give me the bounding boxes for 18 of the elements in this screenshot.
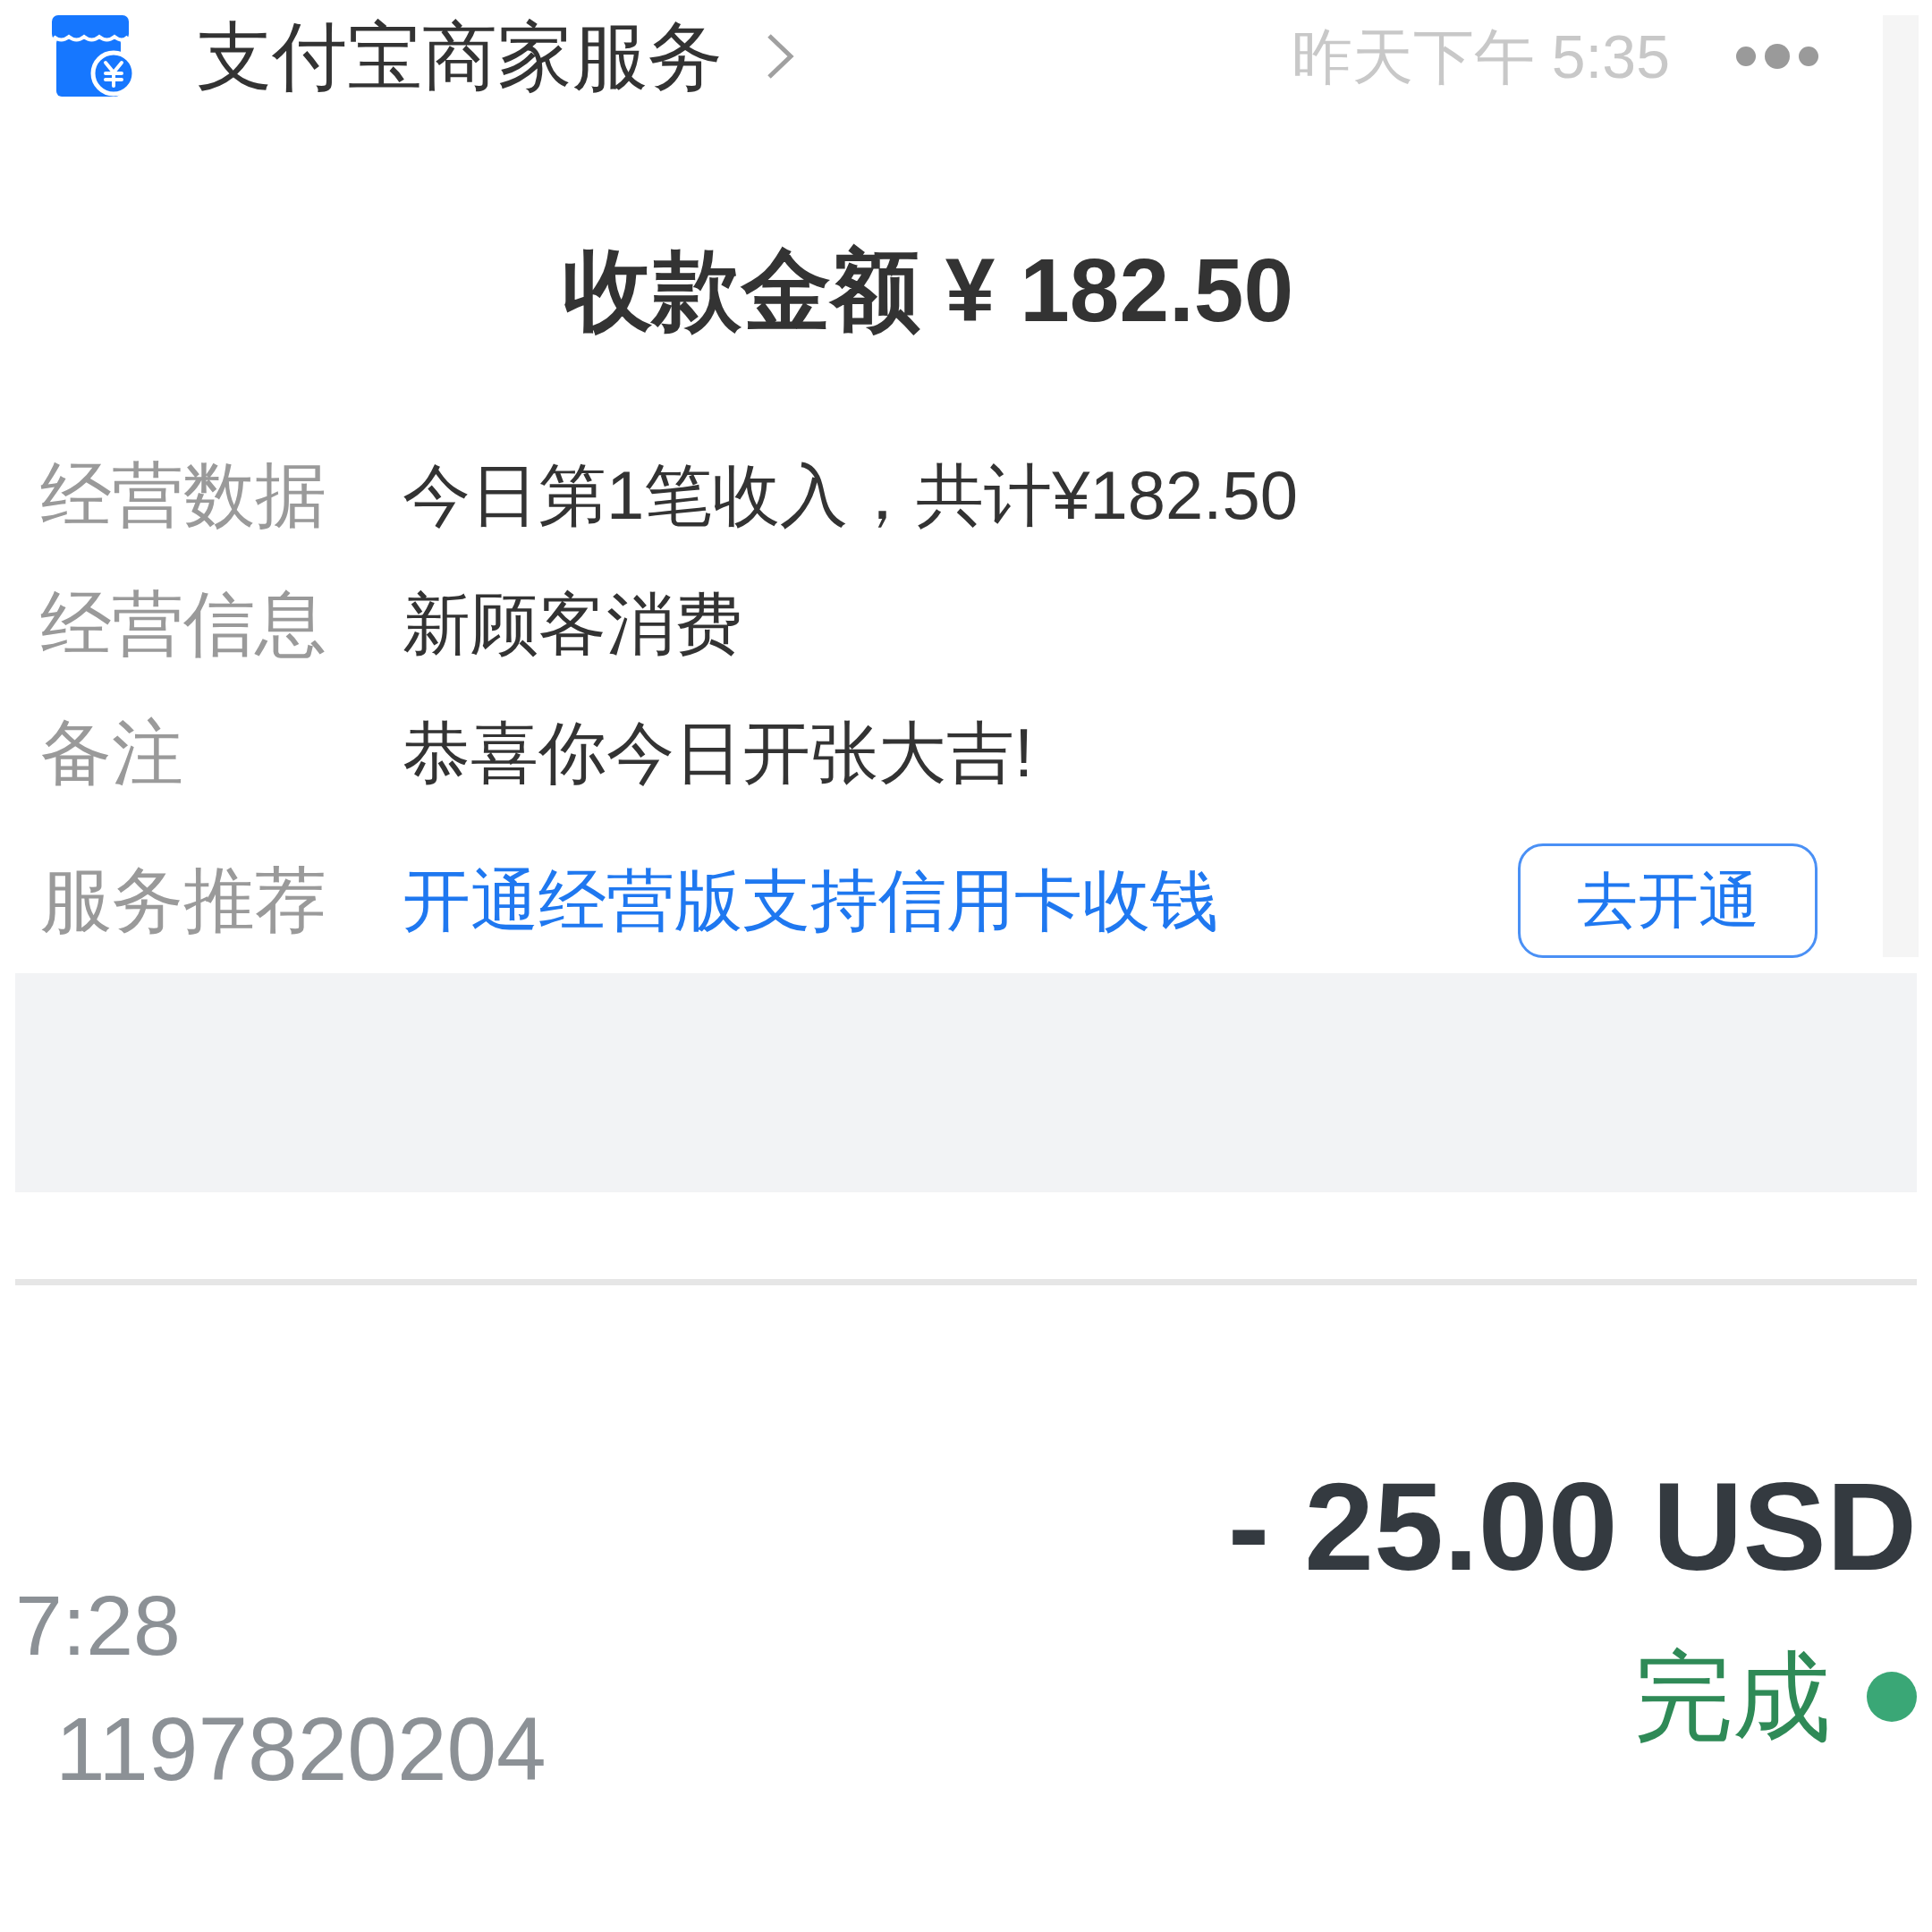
service-link[interactable]: 开通经营版支持信用卡收钱 [402,863,1218,938]
transaction-time: 7:28 [15,1583,181,1668]
detail-label: 备注 [40,714,184,792]
detail-label: 经营信息 [40,585,327,664]
chevron-right-icon[interactable] [766,32,794,80]
activate-button[interactable]: 去开通 [1518,843,1818,958]
status-dot-icon [1867,1672,1917,1722]
payment-amount-title: 收款金额 ¥ 182.50 [562,239,1293,342]
status-text: 完成 [1634,1648,1831,1746]
more-icon[interactable] [1734,42,1820,71]
detail-value: 今日第1笔收入，共计¥182.50 [402,458,1298,533]
detail-label: 服务推荐 [40,861,327,940]
detail-value: 恭喜你今日开张大吉! [402,716,1034,791]
detail-value: 新顾客消费 [402,587,742,662]
detail-label: 经营数据 [40,456,327,535]
transaction-amount: - 25.00 USD [1227,1464,1917,1589]
merchant-service-title[interactable]: 支付宝商家服务 [197,14,723,98]
transaction-number: 1197820204 [55,1704,547,1793]
